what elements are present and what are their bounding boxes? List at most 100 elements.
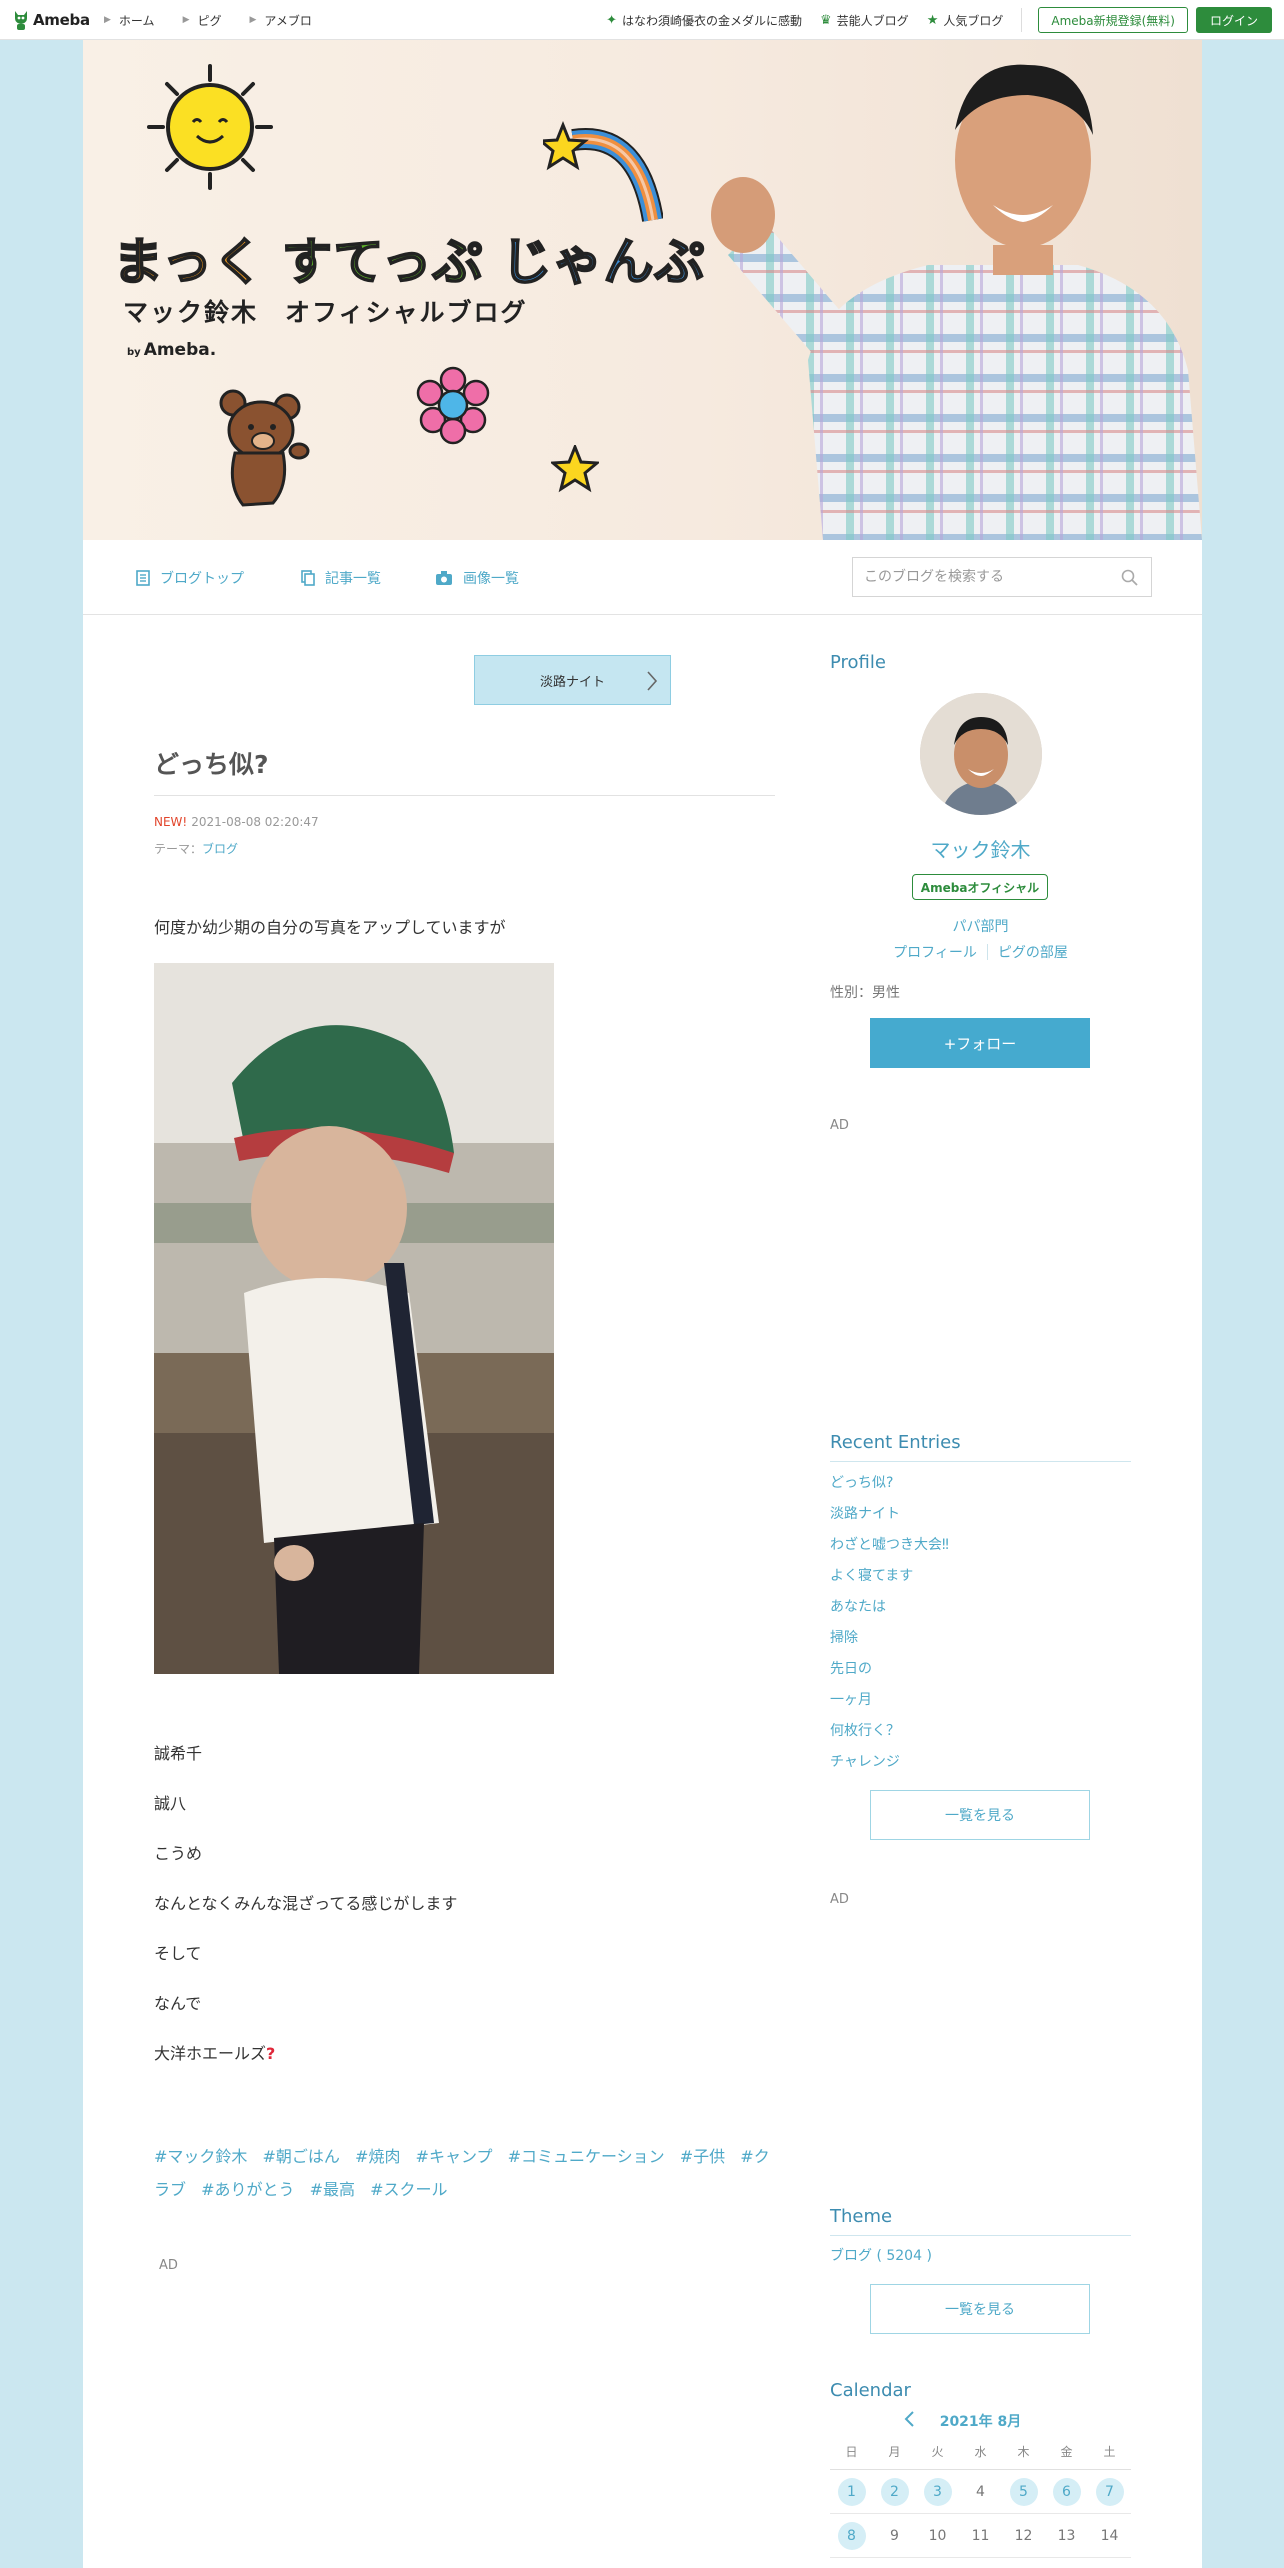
follow-button[interactable]: +フォロー xyxy=(870,1018,1090,1068)
calendar-day[interactable]: 3 xyxy=(916,2477,959,2506)
search-icon[interactable] xyxy=(1121,569,1138,586)
camera-icon xyxy=(436,570,452,585)
celebrity-blog-link[interactable]: ♛ 芸能人ブログ xyxy=(820,12,909,29)
hashtag-link[interactable]: #朝ごはん xyxy=(263,2147,340,2166)
calendar-heading: Calendar xyxy=(830,2380,911,2401)
calendar-day[interactable]: 1 xyxy=(830,2477,873,2506)
topnav-home-label: ホーム xyxy=(118,13,155,28)
childhood-photo[interactable] xyxy=(154,963,554,1674)
blog-header-banner[interactable]: まっく すてっぷ じゃんぷ マック鈴木 オフィシャルブログ by Ameba. xyxy=(83,40,1202,540)
document-icon xyxy=(136,569,150,586)
profile-category-link[interactable]: パパ部門 xyxy=(830,916,1131,936)
divider xyxy=(154,795,775,796)
chevron-right-icon: ▶ xyxy=(104,15,111,25)
nav-image-list-label: 画像一覧 xyxy=(463,570,519,587)
calendar-day-number: 1 xyxy=(837,2477,866,2506)
popular-blog-label: 人気ブログ xyxy=(943,13,1004,28)
calendar-day[interactable]: 6 xyxy=(1045,2477,1088,2506)
flower-illustration xyxy=(416,366,490,445)
hashtag-link[interactable]: #マック鈴木 xyxy=(154,2147,247,2166)
profile-name[interactable]: マック鈴木 xyxy=(830,834,1131,863)
entry-paragraph: なんとなくみんな混ざってる感じがします xyxy=(154,1894,458,1913)
calendar-day[interactable]: 5 xyxy=(1002,2477,1045,2506)
theme-link[interactable]: ブログ ( 5204 ) xyxy=(830,2245,932,2265)
nav-entry-list[interactable]: 記事一覧 xyxy=(301,540,381,615)
entry-title[interactable]: どっち似? xyxy=(154,745,269,781)
recent-entry-link[interactable]: 先日の xyxy=(830,1659,949,1690)
chevron-right-icon: ▶ xyxy=(249,15,257,25)
question-mark-emoji-icon: ? xyxy=(266,2044,276,2063)
hashtag-link[interactable]: #キャンプ xyxy=(416,2147,493,2166)
hashtag-link[interactable]: #最高 xyxy=(310,2180,355,2199)
weekday-label: 水 xyxy=(974,2445,987,2459)
sun-illustration xyxy=(147,64,273,190)
blogger-portrait-photo xyxy=(711,64,1202,540)
avatar-image xyxy=(920,693,1042,815)
profile-link[interactable]: プロフィール xyxy=(893,942,977,962)
calendar-week-row: 1 2 3 4 5 6 7 xyxy=(830,2470,1131,2514)
calendar-day-number: 13 xyxy=(1057,2527,1076,2544)
blog-navigation: ブログトップ 記事一覧 画像一覧 xyxy=(83,540,1202,615)
chevron-right-icon: ▶ xyxy=(182,15,190,25)
calendar-month: 2021年 8月 xyxy=(939,2414,1022,2430)
bear-illustration xyxy=(219,389,310,507)
recent-entry-link[interactable]: あなたは xyxy=(830,1597,949,1628)
nav-entry-list-label: 記事一覧 xyxy=(325,570,381,587)
chevron-right-icon xyxy=(647,671,658,691)
ad-label: AD xyxy=(830,1118,849,1133)
pig-room-link[interactable]: ピグの部屋 xyxy=(998,942,1068,962)
login-button[interactable]: ログイン xyxy=(1195,7,1272,33)
celebrity-blog-label: 芸能人ブログ xyxy=(836,13,909,28)
recent-entry-link[interactable]: 掃除 xyxy=(830,1628,949,1659)
sparkle-icon: ✦ xyxy=(606,12,617,28)
recent-entry-link[interactable]: チャレンジ xyxy=(830,1752,949,1783)
calendar-day[interactable]: 8 xyxy=(830,2521,873,2550)
by-ameba-logo: by Ameba. xyxy=(127,340,216,360)
calendar-day-number: 4 xyxy=(976,2483,985,2500)
hashtag-link[interactable]: #焼肉 xyxy=(355,2147,400,2166)
calendar-day: 11 xyxy=(959,2522,1002,2550)
calendar-week-row: 8 9 10 11 12 13 14 xyxy=(830,2514,1131,2558)
see-all-entries-button[interactable]: 一覧を見る xyxy=(870,1790,1090,1840)
nav-image-list[interactable]: 画像一覧 xyxy=(435,540,519,615)
hashtag-link[interactable]: #コミュニケーション xyxy=(508,2147,665,2166)
calendar-day: 4 xyxy=(959,2478,1002,2506)
ameba-topbar: Ameba ▶ ホーム ▶ ピグ ▶ アメブロ ✦ はなわ須崎優衣の金メダルに感動 ♛ 芸… xyxy=(0,0,1284,40)
weekday-label: 月 xyxy=(888,2445,901,2459)
topic-link-label: はなわ須崎優衣の金メダルに感動 xyxy=(622,13,803,28)
recent-entry-link[interactable]: 淡路ナイト xyxy=(830,1504,949,1535)
recent-entry-link[interactable]: わざと嘘つき大会‼ xyxy=(830,1535,949,1566)
weekday-label: 土 xyxy=(1103,2445,1116,2459)
topnav-pig[interactable]: ▶ ピグ xyxy=(183,12,222,29)
previous-entry-button[interactable]: 淡路ナイト xyxy=(474,655,671,705)
weekday-label: 木 xyxy=(1017,2445,1030,2459)
crown-icon: ♛ xyxy=(820,12,832,28)
blog-search-input[interactable] xyxy=(853,558,1103,596)
previous-entry-label: 淡路ナイト xyxy=(539,674,605,690)
hashtag-link[interactable]: #ありがとう xyxy=(201,2180,294,2199)
avatar[interactable] xyxy=(920,693,1042,815)
recent-entry-link[interactable]: どっち似? xyxy=(830,1473,949,1504)
hashtag-link[interactable]: #子供 xyxy=(680,2147,725,2166)
nav-blog-top[interactable]: ブログトップ xyxy=(136,540,244,615)
topnav-home[interactable]: ▶ ホーム xyxy=(104,12,155,29)
calendar-day[interactable]: 2 xyxy=(873,2477,916,2506)
recent-entry-link[interactable]: 何枚行く？ xyxy=(830,1721,949,1752)
hashtag-link[interactable]: #スクール xyxy=(370,2180,447,2199)
ameba-logo[interactable]: Ameba xyxy=(12,8,90,32)
recent-entry-link[interactable]: 一ヶ月 xyxy=(830,1690,949,1721)
entry-paragraph: そして xyxy=(154,1944,202,1963)
star-illustration xyxy=(551,445,599,493)
calendar-day-number: 3 xyxy=(923,2477,952,2506)
recent-entry-link[interactable]: よく寝てます xyxy=(830,1566,949,1597)
entry-theme-line: テーマ：ブログ xyxy=(154,840,238,857)
register-button[interactable]: Ameba新規登録(無料) xyxy=(1038,7,1188,33)
theme-heading: Theme xyxy=(830,2206,893,2227)
calendar-day[interactable]: 7 xyxy=(1088,2477,1131,2506)
topic-link[interactable]: ✦ はなわ須崎優衣の金メダルに感動 xyxy=(606,12,802,29)
see-all-themes-button[interactable]: 一覧を見る xyxy=(870,2284,1090,2334)
entry-theme-link[interactable]: ブログ xyxy=(202,842,238,856)
topnav-amebro[interactable]: ▶ アメブロ xyxy=(250,12,312,29)
topnav-pig-label: ピグ xyxy=(197,13,222,28)
popular-blog-link[interactable]: ★ 人気ブログ xyxy=(927,12,1004,29)
